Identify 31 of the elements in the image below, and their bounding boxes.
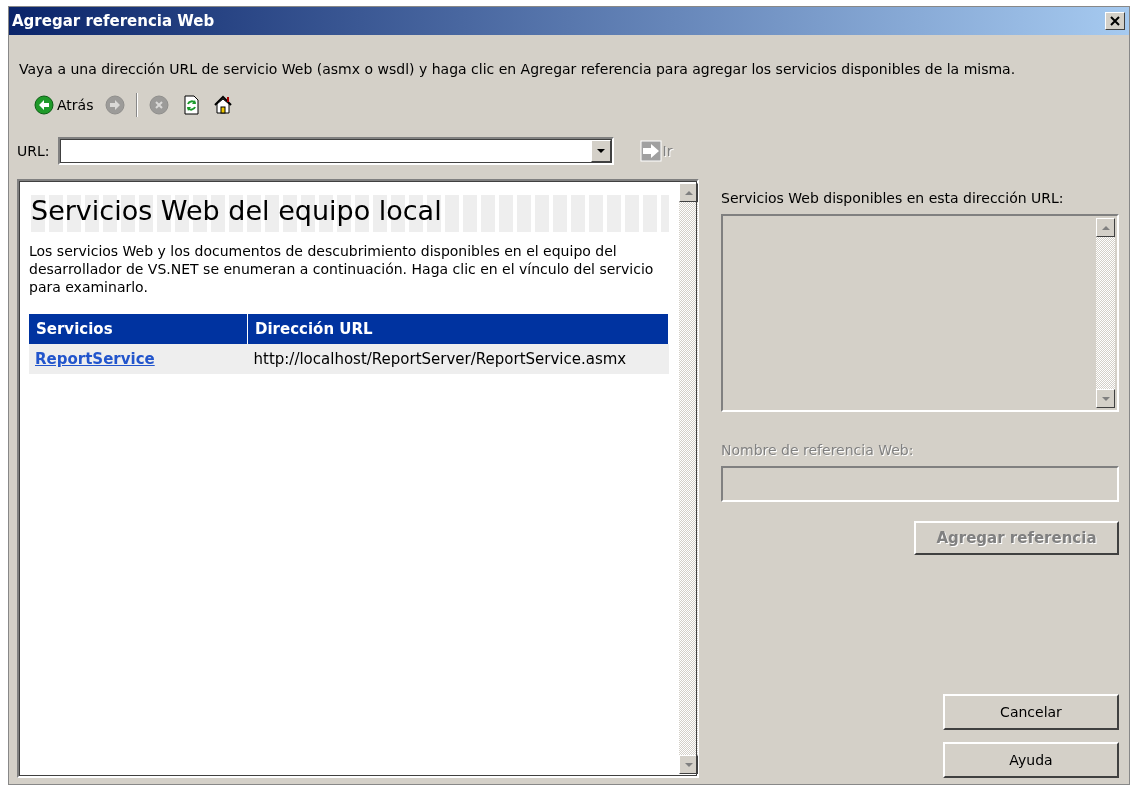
close-button[interactable] xyxy=(1105,12,1125,30)
window-title: Agregar referencia Web xyxy=(12,12,215,30)
scroll-down-button[interactable] xyxy=(1096,389,1115,408)
scrollbar[interactable] xyxy=(679,183,698,774)
column-header: Dirección URL xyxy=(247,314,669,344)
home-icon xyxy=(213,95,234,115)
close-icon xyxy=(1110,16,1120,26)
description-text: Los servicios Web y los documentos de descubrimiento disponibles en el equipo del desarrollador de VS.NET se enumeran a continuación. Haga clic en el vínculo del servicio para examinarlo. xyxy=(29,242,655,296)
reference-name-label: Nombre de referencia Web: xyxy=(721,442,915,458)
refresh-page-icon xyxy=(181,95,202,115)
dropdown-button[interactable] xyxy=(590,140,611,162)
scrollbar[interactable] xyxy=(1096,218,1115,408)
url-label: URL: xyxy=(17,143,50,159)
down-caret-icon xyxy=(684,762,693,767)
up-caret-icon xyxy=(1101,225,1110,230)
help-button[interactable]: Ayuda xyxy=(943,742,1119,778)
cancel-button[interactable]: Cancelar xyxy=(943,694,1119,730)
scroll-up-button[interactable] xyxy=(1096,218,1115,237)
scroll-up-button[interactable] xyxy=(679,183,698,202)
caret-icon xyxy=(596,149,605,153)
instruction-text: Vaya a una dirección URL de servicio Web (asmx o wsdl) y haga clic en Agregar referencia para agregar los servicios disponibles de la misma. xyxy=(19,61,1017,77)
table-cell: http://localhost/ReportServer/ReportService.asmx xyxy=(247,344,669,374)
column-header: Servicios xyxy=(29,314,248,344)
services-label: Servicios Web disponibles en esta dirección URL: xyxy=(721,190,1065,206)
page-heading: Servicios Web del equipo local xyxy=(31,195,669,232)
up-caret-icon xyxy=(684,190,693,195)
scroll-down-button[interactable] xyxy=(679,755,698,774)
stop-icon xyxy=(149,95,170,115)
down-caret-icon xyxy=(1101,396,1110,401)
back-button[interactable]: Atrás xyxy=(33,94,95,116)
url-combo-box[interactable] xyxy=(57,137,614,165)
